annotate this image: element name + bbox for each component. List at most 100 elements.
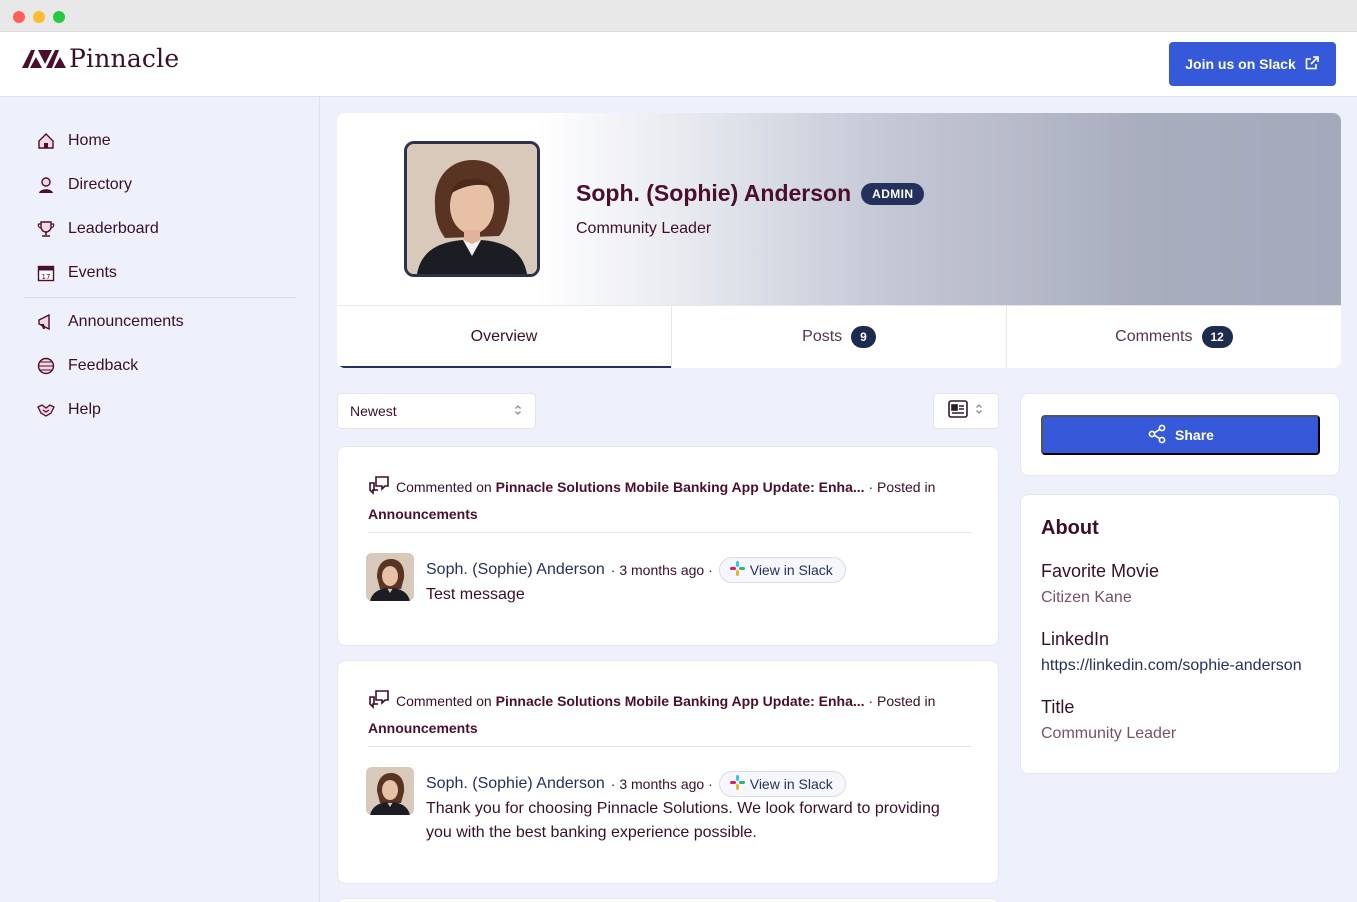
admin-badge: ADMIN (861, 182, 925, 205)
comment-text: Test message (426, 586, 525, 603)
profile-role: Community Leader (576, 220, 712, 237)
view-in-slack-button[interactable]: View in Slack (718, 771, 846, 797)
feed-item (337, 898, 999, 902)
sidebar-item-events[interactable]: 17 Events (36, 261, 117, 285)
feed-item: Commented on Pinnacle Solutions Mobile B… (337, 446, 999, 646)
share-label: Share (1175, 427, 1214, 443)
posts-count-badge: 9 (851, 326, 876, 348)
comment-header: Soph. (Sophie) Anderson · 3 months ago ·… (426, 771, 846, 797)
comment-time: · 3 months ago · (610, 776, 713, 792)
about-panel: About Favorite Movie Citizen Kane Linked… (1020, 494, 1340, 774)
directory-icon (36, 176, 55, 195)
sidebar-item-leaderboard[interactable]: Leaderboard (36, 217, 159, 241)
sidebar-divider (24, 297, 296, 298)
view-in-slack-button[interactable]: View in Slack (718, 557, 846, 583)
sidebar-item-home[interactable]: Home (36, 129, 111, 153)
sidebar-item-label: Directory (68, 176, 133, 193)
view-in-slack-label: View in Slack (749, 562, 833, 578)
feed-action: Commented on (396, 693, 492, 709)
brand-name: Pinnacle (69, 44, 180, 73)
posted-in-label: · Posted in (868, 479, 936, 495)
profile-name: Soph. (Sophie) Anderson (576, 180, 852, 206)
sidebar-item-feedback[interactable]: Feedback (36, 354, 138, 378)
profile-name-row: Soph. (Sophie) Anderson ADMIN (576, 180, 925, 207)
feed-item-meta: Commented on Pinnacle Solutions Mobile B… (368, 475, 978, 525)
profile-tabs: Overview Posts 9 Comments 12 (337, 305, 1341, 368)
sidebar-item-label: Feedback (68, 357, 139, 374)
about-field-value: Community Leader (1041, 725, 1177, 742)
post-title-link[interactable]: Pinnacle Solutions Mobile Banking App Up… (496, 479, 865, 495)
about-field-label: LinkedIn (1041, 629, 1110, 649)
avatar (366, 767, 414, 815)
feed-item-divider (368, 746, 972, 747)
comment-bubble-icon (368, 689, 390, 717)
top-bar: Pinnacle Join us on Slack (0, 32, 1357, 97)
profile-avatar (404, 141, 540, 277)
brand-logo[interactable]: Pinnacle (22, 44, 179, 73)
pinnacle-logo-icon (22, 49, 66, 69)
feed-item-meta: Commented on Pinnacle Solutions Mobile B… (368, 689, 978, 739)
globe-icon (36, 357, 55, 376)
comment-author[interactable]: Soph. (Sophie) Anderson (426, 561, 605, 579)
comment-author[interactable]: Soph. (Sophie) Anderson (426, 775, 605, 793)
tab-label: Posts (802, 328, 843, 345)
tab-label: Comments (1115, 328, 1193, 345)
feed-action: Commented on (396, 479, 492, 495)
channel-link[interactable]: Announcements (368, 720, 478, 736)
profile-header: Soph. (Sophie) Anderson ADMIN Community … (337, 113, 1341, 368)
share-button[interactable]: Share (1041, 415, 1320, 455)
chevron-up-down-icon (974, 402, 984, 420)
posted-in-label: · Posted in (868, 693, 936, 709)
sidebar-item-label: Home (68, 132, 111, 149)
home-icon (36, 132, 55, 151)
about-title: About (1041, 517, 1099, 539)
sidebar-item-directory[interactable]: Directory (36, 173, 132, 197)
window-titlebar (0, 0, 1357, 32)
linkedin-link[interactable]: https://linkedin.com/sophie-anderson (1041, 657, 1302, 675)
chevron-up-down-icon (513, 403, 523, 419)
comment-header: Soph. (Sophie) Anderson · 3 months ago ·… (426, 557, 846, 583)
sidebar-item-label: Help (68, 401, 101, 418)
sort-select[interactable]: Newest (337, 393, 536, 429)
sidebar-item-label: Announcements (68, 313, 184, 330)
avatar (366, 553, 414, 601)
about-field-value: Citizen Kane (1041, 589, 1132, 606)
comment-bubble-icon (368, 475, 390, 503)
sidebar-item-label: Events (68, 264, 117, 281)
tab-posts[interactable]: Posts 9 (672, 306, 1007, 368)
sidebar-item-announcements[interactable]: Announcements (36, 310, 184, 334)
trophy-icon (36, 220, 55, 239)
join-slack-label: Join us on Slack (1185, 56, 1296, 72)
view-mode-select[interactable] (933, 393, 999, 429)
card-view-icon (948, 399, 968, 423)
slack-icon (729, 561, 745, 579)
share-panel: Share (1020, 393, 1340, 476)
slack-icon (729, 775, 745, 793)
feed-item-divider (368, 532, 972, 533)
sidebar-item-label: Leaderboard (68, 220, 159, 237)
handshake-icon (36, 401, 55, 420)
calendar-icon: 17 (36, 264, 55, 283)
channel-link[interactable]: Announcements (368, 506, 478, 522)
svg-text:17: 17 (41, 273, 50, 281)
sort-select-value: Newest (350, 403, 397, 419)
maximize-window-button[interactable] (53, 11, 65, 23)
sidebar-item-help[interactable]: Help (36, 398, 101, 422)
join-slack-button[interactable]: Join us on Slack (1169, 42, 1336, 86)
comments-count-badge: 12 (1201, 326, 1233, 348)
external-link-icon (1304, 55, 1320, 74)
feed-item: Commented on Pinnacle Solutions Mobile B… (337, 660, 999, 884)
tab-label: Overview (470, 328, 538, 345)
close-window-button[interactable] (13, 11, 25, 23)
tab-overview[interactable]: Overview (337, 306, 672, 368)
share-icon (1147, 424, 1167, 447)
about-field-label: Favorite Movie (1041, 561, 1160, 581)
comment-text: Thank you for choosing Pinnacle Solution… (426, 800, 940, 841)
sidebar: Home Directory Leaderboard 17 Events Ann… (0, 97, 320, 902)
megaphone-icon (36, 313, 55, 332)
post-title-link[interactable]: Pinnacle Solutions Mobile Banking App Up… (496, 693, 865, 709)
tab-comments[interactable]: Comments 12 (1007, 306, 1341, 368)
minimize-window-button[interactable] (33, 11, 45, 23)
view-in-slack-label: View in Slack (749, 776, 833, 792)
comment-time: · 3 months ago · (610, 562, 713, 578)
